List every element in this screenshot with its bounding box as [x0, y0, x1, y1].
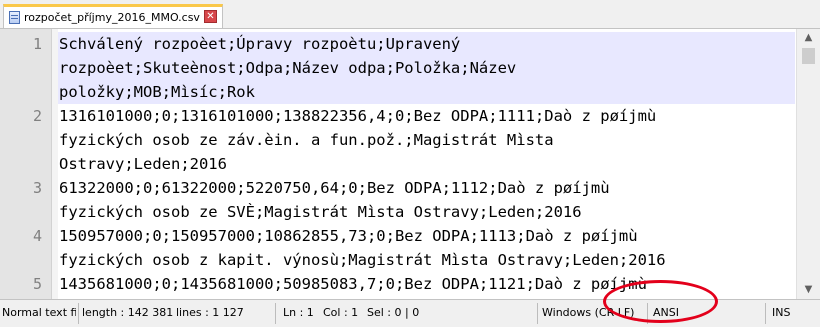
text-line[interactable]: 1 Schválený rozpoèet;Úpravy rozpoètu;Upr… — [0, 32, 796, 104]
line-number: 2 — [32, 107, 42, 125]
scroll-down-icon[interactable]: ▼ — [797, 281, 820, 299]
close-tab-icon[interactable]: ✕ — [204, 10, 217, 23]
tab-bar: rozpočet_příjmy_2016_MMO.csv ✕ — [0, 0, 820, 28]
status-lines: lines : 1 127 — [176, 306, 244, 319]
text-lines: 1 Schválený rozpoèet;Úpravy rozpoètu;Upr… — [0, 32, 796, 299]
scroll-thumb[interactable] — [802, 48, 815, 64]
line-number: 4 — [32, 227, 42, 245]
line-number: 3 — [32, 179, 42, 197]
highlight-ellipse — [603, 280, 718, 323]
status-selection: Sel : 0 | 0 — [367, 306, 420, 319]
line-number: 1 — [32, 35, 42, 53]
file-tab[interactable]: rozpočet_příjmy_2016_MMO.csv ✕ — [3, 4, 223, 28]
text-line[interactable]: 2 1316101000;0;1316101000;138822356,4;0;… — [0, 104, 796, 176]
save-file-icon — [9, 11, 20, 24]
line-text[interactable]: 61322000;0;61322000;5220750,64;0;Bez ODP… — [58, 176, 795, 224]
line-text[interactable]: Schválený rozpoèet;Úpravy rozpoètu;Uprav… — [58, 32, 795, 104]
text-line[interactable]: 3 61322000;0;61322000;5220750,64;0;Bez O… — [0, 176, 796, 224]
line-number: 5 — [32, 275, 42, 293]
status-line-number: Ln : 1 — [283, 306, 314, 319]
line-text[interactable]: 1316101000;0;1316101000;138822356,4;0;Be… — [58, 104, 795, 176]
status-column: Col : 1 — [323, 306, 359, 319]
text-line[interactable]: 4 150957000;0;150957000;10862855,73;0;Be… — [0, 224, 796, 272]
status-insert-mode: INS — [772, 306, 791, 319]
status-divider — [275, 303, 276, 324]
vertical-scrollbar[interactable]: ▲ ▼ — [796, 29, 820, 299]
status-divider — [765, 303, 766, 324]
status-file-type: Normal text file — [2, 306, 76, 319]
editor-area[interactable]: 1 Schválený rozpoèet;Úpravy rozpoètu;Upr… — [0, 28, 820, 300]
line-text[interactable]: 150957000;0;150957000;10862855,73;0;Bez … — [58, 224, 795, 272]
status-length: length : 142 381 — [82, 306, 174, 319]
status-divider — [537, 303, 538, 324]
tab-title: rozpočet_příjmy_2016_MMO.csv — [24, 11, 200, 24]
scroll-up-icon[interactable]: ▲ — [797, 29, 820, 47]
status-divider — [78, 303, 79, 324]
